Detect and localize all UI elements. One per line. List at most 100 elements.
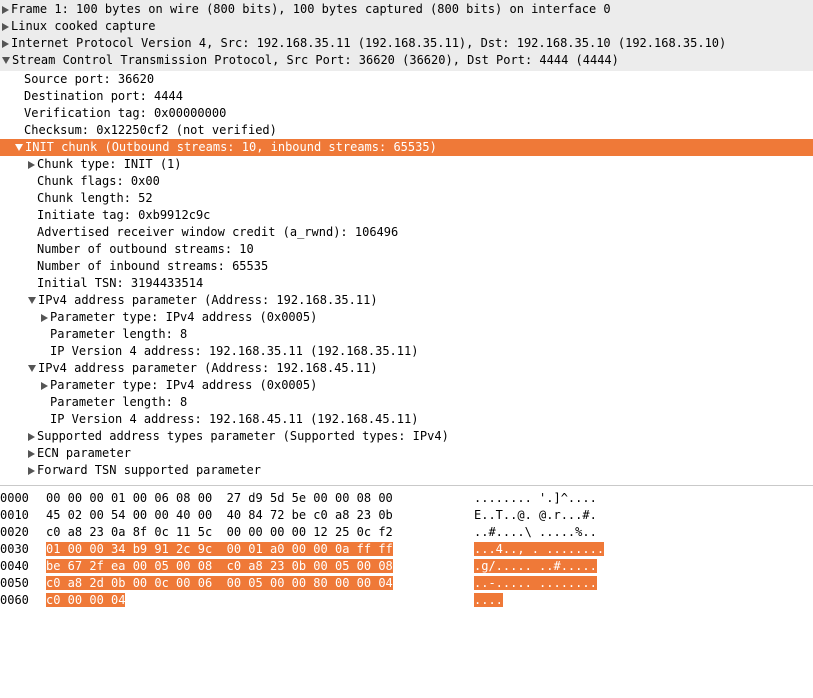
hex-dump-pane: 000000 00 00 01 00 06 08 00 27 d9 5d 5e … <box>0 485 813 609</box>
initiate-tag[interactable]: Initiate tag: 0xb9912c9c <box>0 207 813 224</box>
hex-row[interactable]: 0040be 67 2f ea 00 05 00 08 c0 a8 23 0b … <box>0 558 813 575</box>
expand-icon[interactable] <box>28 161 35 169</box>
hex-row[interactable]: 000000 00 00 01 00 06 08 00 27 d9 5d 5e … <box>0 490 813 507</box>
chunk-flags[interactable]: Chunk flags: 0x00 <box>0 173 813 190</box>
field-text: Chunk type: INIT (1) <box>37 156 182 173</box>
field-text: IPv4 address parameter (Address: 192.168… <box>38 360 378 377</box>
inbound-streams[interactable]: Number of inbound streams: 65535 <box>0 258 813 275</box>
ip-layer-text: Internet Protocol Version 4, Src: 192.16… <box>11 35 726 52</box>
hex-ascii: E..T..@. @.r...#. <box>474 507 597 524</box>
hex-offset: 0050 <box>0 575 46 592</box>
outbound-streams[interactable]: Number of outbound streams: 10 <box>0 241 813 258</box>
sctp-verification-tag[interactable]: Verification tag: 0x00000000 <box>0 105 813 122</box>
hex-bytes: c0 a8 23 0a 8f 0c 11 5c 00 00 00 00 12 2… <box>46 524 466 541</box>
field-text: Initial TSN: 3194433514 <box>37 275 203 292</box>
frame-summary[interactable]: Frame 1: 100 bytes on wire (800 bits), 1… <box>0 1 813 18</box>
field-text: Source port: 36620 <box>24 71 154 88</box>
field-text: Number of outbound streams: 10 <box>37 241 254 258</box>
expand-icon[interactable] <box>28 433 35 441</box>
hex-ascii-highlighted: .g/..... ..#..... <box>474 559 597 573</box>
expand-icon[interactable] <box>41 382 48 390</box>
field-text: Checksum: 0x12250cf2 (not verified) <box>24 122 277 139</box>
supported-address-types[interactable]: Supported address types parameter (Suppo… <box>0 428 813 445</box>
collapse-icon[interactable] <box>15 144 23 151</box>
sctp-layer[interactable]: Stream Control Transmission Protocol, Sr… <box>0 52 813 69</box>
expand-icon[interactable] <box>2 6 9 14</box>
sctp-source-port[interactable]: Source port: 36620 <box>0 71 813 88</box>
sctp-layer-text: Stream Control Transmission Protocol, Sr… <box>12 52 619 69</box>
hex-bytes-highlighted: c0 00 00 04 <box>46 593 125 607</box>
ipv4-param-1-addr[interactable]: IP Version 4 address: 192.168.35.11 (192… <box>0 343 813 360</box>
hex-row[interactable]: 0020c0 a8 23 0a 8f 0c 11 5c 00 00 00 00 … <box>0 524 813 541</box>
a-rwnd[interactable]: Advertised receiver window credit (a_rwn… <box>0 224 813 241</box>
expand-icon[interactable] <box>41 314 48 322</box>
collapse-icon[interactable] <box>2 57 10 64</box>
hex-row[interactable]: 001045 02 00 54 00 00 40 00 40 84 72 be … <box>0 507 813 524</box>
hex-bytes-highlighted: 01 00 00 34 b9 91 2c 9c 00 01 a0 00 00 0… <box>46 542 393 556</box>
linux-cooked-capture[interactable]: Linux cooked capture <box>0 18 813 35</box>
field-text: Number of inbound streams: 65535 <box>37 258 268 275</box>
forward-tsn-parameter[interactable]: Forward TSN supported parameter <box>0 462 813 479</box>
hex-row[interactable]: 003001 00 00 34 b9 91 2c 9c 00 01 a0 00 … <box>0 541 813 558</box>
field-text: ECN parameter <box>37 445 131 462</box>
expand-icon[interactable] <box>2 23 9 31</box>
hex-offset: 0000 <box>0 490 46 507</box>
hex-offset: 0010 <box>0 507 46 524</box>
field-text: Advertised receiver window credit (a_rwn… <box>37 224 398 241</box>
hex-ascii-highlighted: .... <box>474 593 503 607</box>
hex-ascii-highlighted: ..-..... ........ <box>474 576 597 590</box>
hex-offset: 0060 <box>0 592 46 609</box>
hex-offset: 0040 <box>0 558 46 575</box>
ipv4-param-1-len[interactable]: Parameter length: 8 <box>0 326 813 343</box>
hex-offset: 0020 <box>0 524 46 541</box>
field-text: IP Version 4 address: 192.168.35.11 (192… <box>50 343 418 360</box>
ipv4-param-2-type[interactable]: Parameter type: IPv4 address (0x0005) <box>0 377 813 394</box>
ipv4-param-2-len[interactable]: Parameter length: 8 <box>0 394 813 411</box>
collapse-icon[interactable] <box>28 297 36 304</box>
hex-ascii-highlighted: ...4.., . ........ <box>474 542 604 556</box>
field-text: Chunk length: 52 <box>37 190 153 207</box>
linux-cooked-text: Linux cooked capture <box>11 18 156 35</box>
ipv4-param-1[interactable]: IPv4 address parameter (Address: 192.168… <box>0 292 813 309</box>
hex-row[interactable]: 0060c0 00 00 04.... <box>0 592 813 609</box>
field-text: Forward TSN supported parameter <box>37 462 261 479</box>
hex-bytes: 00 00 00 01 00 06 08 00 27 d9 5d 5e 00 0… <box>46 490 466 507</box>
field-text: Destination port: 4444 <box>24 88 183 105</box>
field-text: Parameter length: 8 <box>50 326 187 343</box>
chunk-type[interactable]: Chunk type: INIT (1) <box>0 156 813 173</box>
hex-ascii: ........ '.]^.... <box>474 490 597 507</box>
expand-icon[interactable] <box>28 467 35 475</box>
protocol-tree-top: Frame 1: 100 bytes on wire (800 bits), 1… <box>0 0 813 71</box>
init-chunk-header-text: INIT chunk (Outbound streams: 10, inboun… <box>25 139 437 156</box>
field-text: Parameter type: IPv4 address (0x0005) <box>50 309 317 326</box>
field-text: Chunk flags: 0x00 <box>37 173 160 190</box>
ip-layer[interactable]: Internet Protocol Version 4, Src: 192.16… <box>0 35 813 52</box>
ipv4-param-2-addr[interactable]: IP Version 4 address: 192.168.45.11 (192… <box>0 411 813 428</box>
field-text: Initiate tag: 0xb9912c9c <box>37 207 210 224</box>
chunk-length[interactable]: Chunk length: 52 <box>0 190 813 207</box>
field-text: IPv4 address parameter (Address: 192.168… <box>38 292 378 309</box>
hex-bytes-highlighted: c0 a8 2d 0b 00 0c 00 06 00 05 00 00 80 0… <box>46 576 393 590</box>
sctp-checksum[interactable]: Checksum: 0x12250cf2 (not verified) <box>0 122 813 139</box>
field-text: IP Version 4 address: 192.168.45.11 (192… <box>50 411 418 428</box>
sctp-dest-port[interactable]: Destination port: 4444 <box>0 88 813 105</box>
field-text: Supported address types parameter (Suppo… <box>37 428 449 445</box>
hex-bytes: 45 02 00 54 00 00 40 00 40 84 72 be c0 a… <box>46 507 466 524</box>
initial-tsn[interactable]: Initial TSN: 3194433514 <box>0 275 813 292</box>
protocol-tree-detail: Source port: 36620 Destination port: 444… <box>0 71 813 479</box>
collapse-icon[interactable] <box>28 365 36 372</box>
init-chunk-header[interactable]: INIT chunk (Outbound streams: 10, inboun… <box>0 139 813 156</box>
ipv4-param-2[interactable]: IPv4 address parameter (Address: 192.168… <box>0 360 813 377</box>
expand-icon[interactable] <box>2 40 9 48</box>
hex-ascii: ..#....\ .....%.. <box>474 524 597 541</box>
hex-offset: 0030 <box>0 541 46 558</box>
expand-icon[interactable] <box>28 450 35 458</box>
hex-bytes-highlighted: be 67 2f ea 00 05 00 08 c0 a8 23 0b 00 0… <box>46 559 393 573</box>
ecn-parameter[interactable]: ECN parameter <box>0 445 813 462</box>
field-text: Verification tag: 0x00000000 <box>24 105 226 122</box>
field-text: Parameter type: IPv4 address (0x0005) <box>50 377 317 394</box>
ipv4-param-1-type[interactable]: Parameter type: IPv4 address (0x0005) <box>0 309 813 326</box>
hex-row[interactable]: 0050c0 a8 2d 0b 00 0c 00 06 00 05 00 00 … <box>0 575 813 592</box>
frame-summary-text: Frame 1: 100 bytes on wire (800 bits), 1… <box>11 1 611 18</box>
field-text: Parameter length: 8 <box>50 394 187 411</box>
